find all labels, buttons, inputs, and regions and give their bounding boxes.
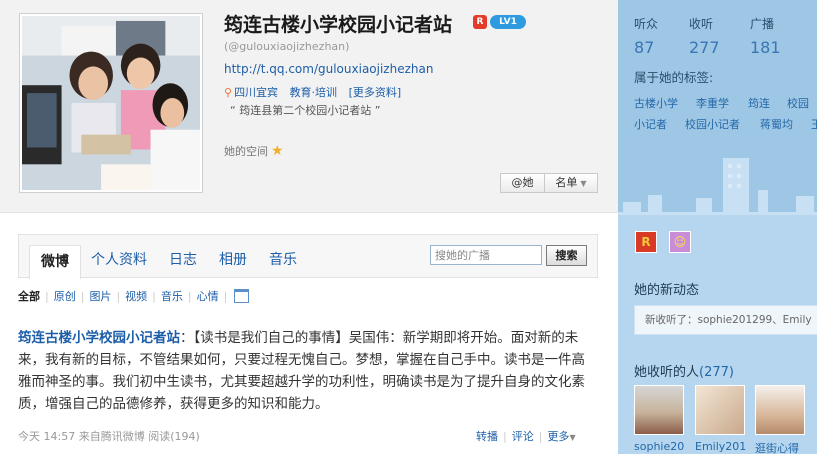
tweet-read-count: 阅读(194): [148, 430, 200, 443]
profile-location[interactable]: 四川宜宾: [234, 86, 278, 99]
following-name[interactable]: sophie20: [634, 440, 684, 453]
tab-weibo[interactable]: 微博: [29, 245, 81, 279]
tweet-author-link[interactable]: 筠连古楼小学校园小记者站: [18, 330, 180, 346]
profile-tab-bar: 微博 个人资料 日志 相册 音乐 搜索: [18, 234, 598, 279]
following-avatar[interactable]: [634, 385, 684, 435]
tab-music[interactable]: 音乐: [269, 235, 297, 279]
tag-item[interactable]: 筠连: [748, 95, 770, 111]
filter-all[interactable]: 全部: [18, 288, 40, 304]
following-name[interactable]: Emily201: [695, 440, 746, 453]
filter-bar: 全部 | 原创 | 图片 | 视频 | 音乐 | 心情 |: [18, 288, 250, 304]
avatar-photo-children-at-computer: [22, 16, 200, 190]
profile-bio: “ 筠连县第二个校园小记者站 ”: [230, 104, 381, 117]
following-avatar[interactable]: [755, 385, 805, 435]
verified-r-icon[interactable]: R: [473, 15, 487, 29]
divider: |: [538, 430, 543, 443]
stat-value: 181: [750, 38, 781, 57]
filter-music[interactable]: 音乐: [161, 288, 183, 304]
forward-button[interactable]: 转播: [476, 430, 498, 443]
filter-mood[interactable]: 心情: [197, 288, 219, 304]
divider: |: [223, 290, 228, 303]
filter-video[interactable]: 视频: [125, 288, 147, 304]
stat-value: 87: [634, 38, 655, 57]
profile-display-name: 筠连古楼小学校园小记者站: [224, 14, 453, 36]
star-icon[interactable]: ★: [271, 143, 284, 159]
filter-images[interactable]: 图片: [89, 288, 111, 304]
medal-r-icon[interactable]: R: [635, 231, 657, 253]
stat-broadcasts[interactable]: 广播 181: [750, 15, 781, 57]
tweet-meta: 今天 14:57 来自腾讯微博 阅读(194): [18, 428, 200, 444]
stat-value: 277: [689, 38, 720, 57]
tag-item[interactable]: 古楼小学: [634, 95, 678, 111]
list-button-label: 名单: [555, 176, 578, 189]
tag-item[interactable]: 王: [811, 116, 817, 132]
level-badge-icon[interactable]: LV1: [490, 15, 526, 29]
space-row: 她的空间 ★: [224, 143, 284, 159]
tag-item[interactable]: 小记者: [634, 116, 667, 132]
tag-item[interactable]: 校园小记者: [685, 116, 740, 132]
divider: |: [503, 430, 507, 443]
tweet-colon: ：: [180, 330, 194, 346]
tag-item[interactable]: 校园: [787, 95, 809, 111]
news-item[interactable]: 新收听了：sophie201299、Emily: [634, 305, 817, 335]
search-input[interactable]: [430, 245, 542, 265]
news-title: 她的新动态: [634, 283, 700, 298]
profile-location-row: ⚲ 四川宜宾 教育·培训 [更多资料]: [224, 84, 401, 100]
filter-original[interactable]: 原创: [54, 288, 76, 304]
chevron-down-icon: ▼: [580, 179, 587, 188]
profile-industry[interactable]: 教育·培训: [290, 86, 338, 99]
following-title: 她收听的人(277): [634, 361, 734, 380]
following-title-label: 她收听的人: [634, 365, 700, 380]
tab-album[interactable]: 相册: [219, 235, 247, 279]
tab-diary[interactable]: 日志: [169, 235, 197, 279]
profile-homepage-link[interactable]: http://t.qq.com/gulouxiaojizhezhan: [224, 62, 433, 76]
following-avatar[interactable]: [695, 385, 745, 435]
stat-label: 听众: [634, 17, 659, 31]
tags-title: 属于她的标签:: [634, 70, 714, 85]
following-count-link[interactable]: (277): [699, 365, 734, 380]
profile-avatar[interactable]: [19, 13, 203, 193]
comment-button[interactable]: 评论: [512, 430, 534, 443]
mention-button[interactable]: @她: [500, 173, 545, 193]
divider: |: [152, 290, 156, 303]
stat-label: 收听: [689, 17, 714, 31]
stat-label: 广播: [750, 17, 775, 31]
stat-following[interactable]: 收听 277: [689, 15, 720, 57]
divider: |: [80, 290, 85, 303]
her-space-link[interactable]: 她的空间: [224, 145, 268, 158]
tag-item[interactable]: 李重学: [696, 95, 729, 111]
search-button[interactable]: 搜索: [546, 245, 587, 266]
calendar-icon[interactable]: [234, 289, 250, 303]
more-info-link[interactable]: [更多资料]: [349, 86, 402, 99]
more-button[interactable]: 更多: [547, 430, 569, 443]
location-pin-icon: ⚲: [224, 86, 233, 99]
tweet-time[interactable]: 今天 14:57: [18, 430, 75, 443]
tweet-item: 筠连古楼小学校园小记者站：【读书是我们自己的事情】吴国伟：新学期即将开始。面对新…: [18, 327, 598, 415]
chevron-down-icon: ▼: [569, 433, 576, 442]
city-skyline-decoration: [618, 158, 817, 220]
medal-face-icon[interactable]: ☺: [669, 231, 691, 253]
divider: |: [116, 290, 121, 303]
tag-item[interactable]: 蒋蜀均: [760, 116, 793, 132]
divider: |: [45, 290, 49, 303]
list-dropdown-button[interactable]: 名单 ▼: [544, 173, 598, 193]
profile-handle: (@gulouxiaojizhezhan): [224, 40, 350, 53]
divider: |: [187, 290, 192, 303]
stat-listeners[interactable]: 听众 87: [634, 15, 658, 57]
tweet-source[interactable]: 来自腾讯微博: [79, 430, 145, 443]
tab-personal-info[interactable]: 个人资料: [91, 235, 147, 279]
tweet-actions: 转播 | 评论 | 更多▼: [476, 428, 576, 444]
